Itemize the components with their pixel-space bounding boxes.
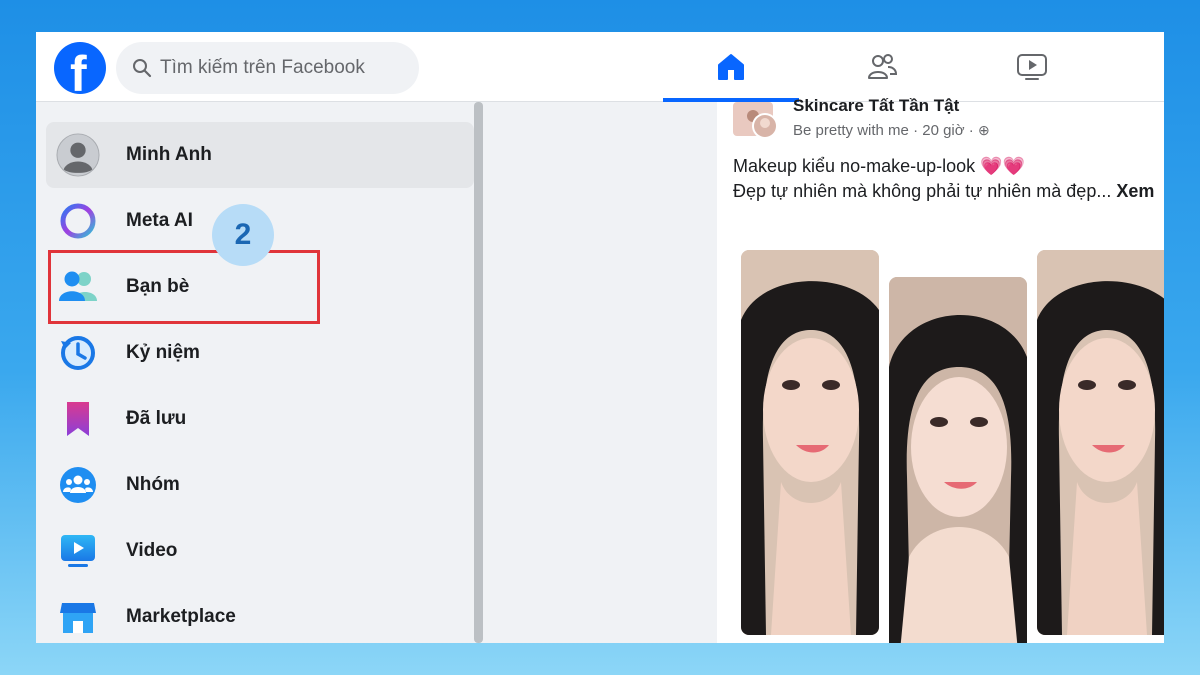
memories-icon <box>56 331 100 375</box>
marketplace-icon <box>56 595 100 639</box>
sidebar-item-video[interactable]: Video <box>46 518 474 584</box>
sidebar-item-label: Đã lưu <box>126 408 187 429</box>
friends-icon <box>868 54 898 79</box>
post-author[interactable]: Be pretty with me <box>793 122 909 139</box>
meta-separator: · <box>913 122 923 139</box>
sidebar-item-profile[interactable]: Minh Anh <box>46 122 474 188</box>
post-meta: Be pretty with me · 20 giờ · ⊕ <box>793 122 990 139</box>
meta-ai-icon <box>56 199 100 243</box>
privacy-icon: ⊕ <box>977 122 990 138</box>
post-photo[interactable] <box>1037 250 1164 635</box>
groups-icon <box>56 463 100 507</box>
search-input[interactable] <box>160 57 400 79</box>
post-time[interactable]: 20 giờ <box>922 122 964 139</box>
tab-home[interactable] <box>663 32 799 102</box>
home-icon <box>718 54 744 80</box>
sidebar-item-label: Meta AI <box>126 210 193 231</box>
sidebar-item-groups[interactable]: Nhóm <box>46 452 474 518</box>
video-icon <box>56 529 100 573</box>
top-navigation-bar: f <box>36 32 1164 102</box>
video-icon <box>1017 54 1047 80</box>
post-text: Makeup kiểu no-make-up-look 💗💗 Đẹp tự nh… <box>733 154 1154 204</box>
step-number-badge: 2 <box>212 204 274 266</box>
facebook-logo[interactable]: f <box>54 42 106 94</box>
tab-video[interactable] <box>964 32 1100 102</box>
sidebar-item-label: Nhóm <box>126 474 180 495</box>
sidebar-item-label: Video <box>126 540 178 561</box>
tab-friends[interactable] <box>814 32 950 102</box>
meta-separator: · <box>968 122 978 139</box>
sidebar-item-memories[interactable]: Kỷ niệm <box>46 320 474 386</box>
post-avatar[interactable] <box>733 102 781 142</box>
facebook-window: f Tìm kiếm trên Facebook Minh Anh Meta A… <box>36 32 1164 643</box>
sidebar-item-label: Marketplace <box>126 606 236 627</box>
post-text-line: Đẹp tự nhiên mà không phải tự nhiên mà đ… <box>733 181 1112 201</box>
sidebar-item-label: Minh Anh <box>126 144 212 165</box>
search-box[interactable] <box>116 42 419 94</box>
news-feed: Skincare Tất Tần Tật Be pretty with me ·… <box>717 96 1164 643</box>
post-photo[interactable] <box>741 250 879 635</box>
sidebar-scrollbar[interactable] <box>474 102 483 643</box>
post-group-name[interactable]: Skincare Tất Tần Tật <box>793 96 959 116</box>
sidebar-item-marketplace[interactable]: Marketplace <box>46 584 474 643</box>
post-text-line: Makeup kiểu no-make-up-look 💗💗 <box>733 156 1025 176</box>
saved-icon <box>56 397 100 441</box>
search-icon <box>133 59 152 78</box>
see-more-link[interactable]: Xem <box>1116 181 1154 201</box>
post-photo[interactable] <box>889 277 1027 643</box>
highlight-box <box>48 250 320 324</box>
sidebar-item-label: Kỷ niệm <box>126 342 200 363</box>
avatar <box>56 133 100 177</box>
sidebar-item-saved[interactable]: Đã lưu <box>46 386 474 452</box>
